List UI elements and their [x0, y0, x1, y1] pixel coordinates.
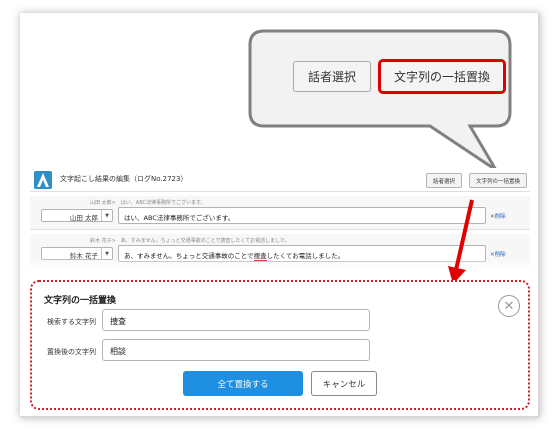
- bulk-replace-button[interactable]: 文字列の一括置換: [469, 173, 527, 188]
- original-transcript: 鈴木 花子> あ、すみません。ちょっと交通事故のことで捜査したくてお電話しました…: [90, 238, 291, 244]
- speaker-dropdown[interactable]: 山田 太郎 ▼: [41, 209, 113, 222]
- delete-link[interactable]: ✕削除: [490, 250, 506, 258]
- close-icon[interactable]: ✕: [498, 295, 520, 317]
- editor-header: 文字起こし結果の編集（ログNo.2723） 話者選択 文字列の一括置換: [30, 168, 530, 192]
- dialog-title: 文字列の一括置換: [44, 296, 117, 306]
- speaker-select-button[interactable]: 話者選択: [426, 173, 462, 188]
- chevron-down-icon: ▼: [101, 210, 112, 221]
- speaker-name: 山田 太郎: [69, 214, 98, 222]
- bulk-replace-button-zoomed[interactable]: 文字列の一括置換: [378, 59, 506, 94]
- red-arrow-icon: [448, 199, 474, 284]
- editor-title: 文字起こし結果の編集（ログNo.2723）: [60, 175, 188, 183]
- original-transcript: 山田 太郎> はい、ABC法律事務所でございます。: [90, 200, 206, 206]
- search-input[interactable]: 捜査: [102, 309, 370, 331]
- app-logo-icon: [34, 171, 52, 189]
- replace-input[interactable]: 相談: [102, 339, 370, 361]
- replace-all-button[interactable]: 全て置換する: [183, 371, 303, 396]
- speaker-select-button-zoomed[interactable]: 話者選択: [293, 61, 371, 92]
- replace-label: 置換後の文字列: [47, 348, 96, 356]
- cancel-button[interactable]: キャンセル: [311, 371, 377, 396]
- delete-link[interactable]: ✕削除: [490, 212, 506, 220]
- search-label: 検索する文字列: [47, 318, 96, 326]
- utterance-input[interactable]: はい、ABC法律事務所でございます。: [118, 207, 486, 224]
